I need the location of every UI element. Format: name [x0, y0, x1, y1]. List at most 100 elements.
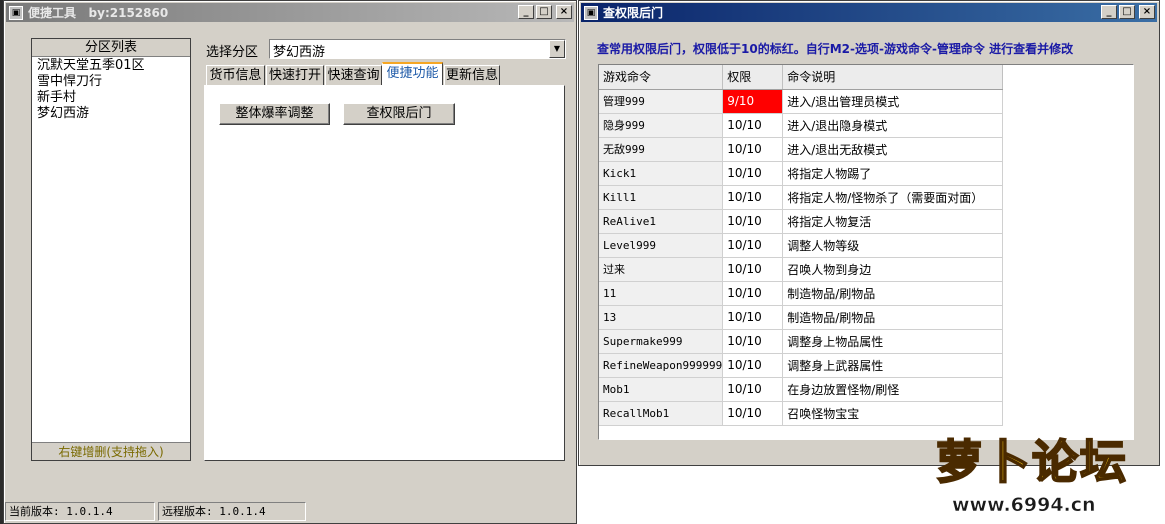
check-backdoor-button[interactable]: 查权限后门 [343, 103, 455, 125]
app-icon: ▣ [9, 5, 23, 20]
cell-permission[interactable]: 10/10 [722, 377, 784, 402]
cell-permission[interactable]: 10/10 [722, 305, 784, 330]
cell-description[interactable]: 将指定人物复活 [782, 209, 1004, 234]
zone-list-header: 分区列表 [32, 39, 190, 57]
cell-description[interactable]: 调整身上物品属性 [782, 329, 1004, 354]
tab-currency-info[interactable]: 货币信息 [206, 65, 265, 86]
cell-description[interactable]: 在身边放置怪物/刷怪 [782, 377, 1004, 402]
maximize-button[interactable]: □ [1119, 5, 1135, 19]
table-header-row: 游戏命令 权限 命令说明 [599, 65, 1004, 90]
cell-command[interactable]: 过来 [599, 257, 724, 282]
main-window-title: 便捷工具 by:2152860 [28, 6, 169, 20]
table-row[interactable]: Level999 10/10 调整人物等级 [599, 233, 1004, 258]
zone-list: 沉默天堂五季01区 雪中悍刀行 新手村 梦幻西游 [32, 57, 190, 122]
tab-quick-open[interactable]: 快速打开 [266, 65, 324, 86]
cell-permission[interactable]: 10/10 [722, 185, 784, 210]
cell-description[interactable]: 制造物品/刷物品 [782, 281, 1004, 306]
tab-quick-query[interactable]: 快速查询 [325, 65, 382, 86]
select-zone-label: 选择分区 [206, 45, 259, 60]
cell-description[interactable]: 将指定人物/怪物杀了（需要面对面） [782, 185, 1004, 210]
cell-permission[interactable]: 10/10 [722, 281, 784, 306]
zone-item[interactable]: 新手村 [32, 90, 190, 106]
cell-permission[interactable]: 10/10 [722, 257, 784, 282]
cell-description[interactable]: 将指定人物踢了 [782, 161, 1004, 186]
table-row[interactable]: Supermake999 10/10 调整身上物品属性 [599, 329, 1004, 354]
cell-command[interactable]: 隐身999 [599, 113, 724, 138]
cell-permission[interactable]: 10/10 [722, 353, 784, 378]
cell-command[interactable]: Level999 [599, 233, 724, 258]
minimize-button[interactable]: _ [518, 5, 534, 19]
permission-grid[interactable]: 游戏命令 权限 命令说明 管理999 9/10 进入/退出管理员模式 隐身999 10/… [598, 64, 1134, 440]
close-button[interactable]: × [556, 5, 572, 19]
column-header-permission[interactable]: 权限 [722, 65, 784, 90]
cell-description[interactable]: 调整人物等级 [782, 233, 1004, 258]
zone-item[interactable]: 雪中悍刀行 [32, 74, 190, 90]
table-row[interactable]: 13 10/10 制造物品/刷物品 [599, 305, 1004, 330]
table-row[interactable]: 无敌999 10/10 进入/退出无敌模式 [599, 137, 1004, 162]
status-local-version: 当前版本: 1.0.1.4 [5, 502, 155, 521]
table-row[interactable]: 隐身999 10/10 进入/退出隐身模式 [599, 113, 1004, 138]
zone-list-footer: 右键增删(支持拖入) [32, 442, 190, 460]
close-button[interactable]: × [1139, 5, 1155, 19]
cell-permission[interactable]: 10/10 [722, 209, 784, 234]
maximize-button[interactable]: □ [536, 5, 552, 19]
cell-permission[interactable]: 10/10 [722, 161, 784, 186]
tab-quick-functions[interactable]: 便捷功能 [382, 62, 443, 86]
cell-command[interactable]: Supermake999 [599, 329, 724, 354]
cell-description[interactable]: 进入/退出无敌模式 [782, 137, 1004, 162]
cell-permission[interactable]: 10/10 [722, 233, 784, 258]
main-tool-window: ▣ 便捷工具 by:2152860 _ □ × 分区列表 沉默天堂五季01区 雪… [3, 0, 577, 524]
cell-description[interactable]: 召唤人物到身边 [782, 257, 1004, 282]
cell-description[interactable]: 制造物品/刷物品 [782, 305, 1004, 330]
permission-table: 游戏命令 权限 命令说明 管理999 9/10 进入/退出管理员模式 隐身999 10/… [599, 65, 1004, 426]
column-header-command[interactable]: 游戏命令 [599, 65, 724, 90]
cell-description[interactable]: 进入/退出管理员模式 [782, 89, 1004, 114]
adjust-drop-rate-button[interactable]: 整体爆率调整 [219, 103, 330, 125]
cell-description[interactable]: 召唤怪物宝宝 [782, 401, 1004, 426]
forum-watermark: 萝卜论坛 www.6994.cn [912, 428, 1152, 520]
cell-command[interactable]: Mob1 [599, 377, 724, 402]
zone-select-dropdown[interactable]: 梦幻西游 ▼ [269, 39, 566, 60]
minimize-button[interactable]: _ [1101, 5, 1117, 19]
column-header-description[interactable]: 命令说明 [782, 65, 1004, 90]
tab-panel: 整体爆率调整 查权限后门 [204, 85, 565, 461]
cell-command[interactable]: 无敌999 [599, 137, 724, 162]
cell-command[interactable]: Kick1 [599, 161, 724, 186]
cell-command[interactable]: 11 [599, 281, 724, 306]
tab-update-info[interactable]: 更新信息 [444, 65, 500, 86]
cell-description[interactable]: 进入/退出隐身模式 [782, 113, 1004, 138]
cell-permission[interactable]: 10/10 [722, 137, 784, 162]
table-row[interactable]: Kick1 10/10 将指定人物踢了 [599, 161, 1004, 186]
watermark-url: www.6994.cn [952, 494, 1096, 517]
cell-permission[interactable]: 9/10 [722, 89, 784, 114]
table-row[interactable]: 11 10/10 制造物品/刷物品 [599, 281, 1004, 306]
cell-command[interactable]: 13 [599, 305, 724, 330]
table-row[interactable]: 过来 10/10 召唤人物到身边 [599, 257, 1004, 282]
table-row[interactable]: RecallMob1 10/10 召唤怪物宝宝 [599, 401, 1004, 426]
zone-select-value: 梦幻西游 [273, 45, 326, 60]
app-icon: ▣ [584, 5, 598, 20]
table-row[interactable]: Kill1 10/10 将指定人物/怪物杀了（需要面对面） [599, 185, 1004, 210]
table-row[interactable]: 管理999 9/10 进入/退出管理员模式 [599, 89, 1004, 114]
status-remote-version: 远程版本: 1.0.1.4 [158, 502, 306, 521]
cell-permission[interactable]: 10/10 [722, 401, 784, 426]
main-window-titlebar[interactable]: ▣ 便捷工具 by:2152860 _ □ × [6, 3, 574, 22]
table-row[interactable]: ReAlive1 10/10 将指定人物复活 [599, 209, 1004, 234]
cell-command[interactable]: ReAlive1 [599, 209, 724, 234]
zone-list-panel: 分区列表 沉默天堂五季01区 雪中悍刀行 新手村 梦幻西游 右键增删(支持拖入) [31, 38, 191, 461]
cell-command[interactable]: RecallMob1 [599, 401, 724, 426]
chevron-down-icon[interactable]: ▼ [549, 40, 565, 58]
table-row[interactable]: RefineWeapon999999 10/10 调整身上武器属性 [599, 353, 1004, 378]
cell-command[interactable]: 管理999 [599, 89, 724, 114]
backdoor-window-titlebar[interactable]: ▣ 查权限后门 _ □ × [581, 3, 1157, 22]
cell-command[interactable]: RefineWeapon999999 [599, 353, 724, 378]
cell-permission[interactable]: 10/10 [722, 113, 784, 138]
table-row[interactable]: Mob1 10/10 在身边放置怪物/刷怪 [599, 377, 1004, 402]
cell-description[interactable]: 调整身上武器属性 [782, 353, 1004, 378]
cell-command[interactable]: Kill1 [599, 185, 724, 210]
notice-text: 查常用权限后门，权限低于10的标红。自行M2-选项-游戏命令-管理命令 进行查看… [597, 42, 1074, 56]
cell-permission[interactable]: 10/10 [722, 329, 784, 354]
zone-item[interactable]: 沉默天堂五季01区 [32, 58, 190, 74]
watermark-logo: 萝卜论坛 [912, 428, 1152, 490]
zone-item[interactable]: 梦幻西游 [32, 106, 190, 122]
